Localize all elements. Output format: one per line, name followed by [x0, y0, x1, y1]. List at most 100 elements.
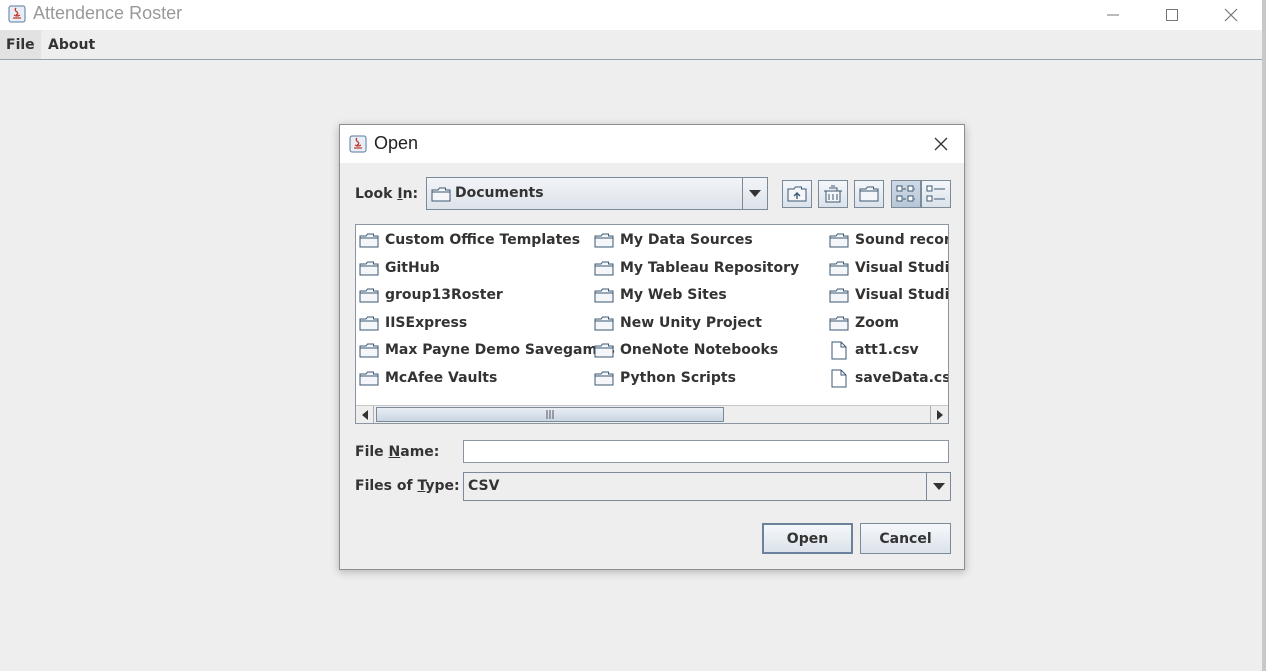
horizontal-scrollbar[interactable]	[356, 405, 948, 423]
folder-icon	[359, 287, 379, 303]
file-name-label: Max Payne Demo Savegames	[385, 342, 615, 358]
folder-icon	[594, 370, 614, 386]
file-name-label: My Web Sites	[620, 287, 727, 303]
list-item[interactable]: New Unity Project	[594, 312, 762, 334]
folder-icon	[829, 260, 849, 276]
file-name-label: McAfee Vaults	[385, 370, 498, 386]
dialog-title: Open	[374, 133, 419, 153]
list-view-button[interactable]	[891, 180, 921, 208]
file-name-label: Visual Studio	[855, 287, 949, 303]
file-type-dropdown-arrow[interactable]	[926, 473, 950, 500]
up-one-level-icon	[787, 186, 807, 202]
folder-icon	[359, 342, 379, 358]
list-item[interactable]: group13Roster	[359, 284, 503, 306]
file-name-label: GitHub	[385, 260, 440, 276]
dialog-close-button[interactable]	[930, 133, 952, 155]
details-view-icon	[926, 185, 945, 202]
list-item[interactable]: IISExpress	[359, 312, 467, 334]
menu-bar: File About	[0, 30, 1262, 60]
close-icon	[934, 137, 948, 151]
arrow-left-icon	[361, 409, 368, 420]
folder-icon	[359, 260, 379, 276]
folder-icon	[359, 370, 379, 386]
list-item[interactable]: My Tableau Repository	[594, 257, 799, 279]
scroll-left-button[interactable]	[356, 406, 374, 423]
folder-icon	[594, 260, 614, 276]
up-one-level-button[interactable]	[782, 180, 812, 208]
folder-icon	[359, 315, 379, 331]
file-type-value: CSV	[468, 478, 500, 494]
list-item[interactable]: GitHub	[359, 257, 440, 279]
file-name-label: Sound recordings	[855, 232, 949, 248]
file-name-label: IISExpress	[385, 315, 468, 331]
file-name-label: Zoom	[855, 315, 899, 331]
list-item[interactable]: att1.csv	[829, 339, 919, 361]
new-folder-icon	[859, 186, 879, 202]
window-titlebar: Attendence Roster	[0, 0, 1262, 30]
folder-icon	[829, 232, 849, 248]
java-app-icon	[349, 135, 367, 153]
maximize-icon	[1166, 9, 1178, 21]
file-name-label: att1.csv	[855, 342, 919, 358]
list-item[interactable]: saveData.csv	[829, 367, 948, 389]
minimize-button[interactable]	[1084, 0, 1142, 30]
dialog-titlebar: Open	[340, 125, 964, 163]
open-button[interactable]: Open	[762, 523, 853, 554]
list-view-icon	[896, 185, 915, 202]
file-name-label: group13Roster	[385, 287, 503, 303]
window-title: Attendence Roster	[33, 3, 183, 23]
file-list[interactable]: Custom Office Templates GitHub group13Ro…	[355, 224, 949, 424]
file-name-label: OneNote Notebooks	[620, 342, 779, 358]
scroll-thumb[interactable]	[376, 407, 724, 422]
minimize-icon	[1107, 14, 1119, 16]
arrow-right-icon	[936, 409, 943, 420]
folder-icon	[594, 315, 614, 331]
file-icon	[829, 341, 849, 359]
grip-icon	[546, 410, 554, 419]
folder-icon	[359, 232, 379, 248]
cancel-button[interactable]: Cancel	[860, 523, 951, 554]
list-item[interactable]: OneNote Notebooks	[594, 339, 778, 361]
file-name-label: saveData.csv	[855, 370, 948, 386]
list-item[interactable]: My Data Sources	[594, 229, 753, 251]
folder-icon	[594, 342, 614, 358]
folder-icon	[829, 287, 849, 303]
look-in-combobox[interactable]: Documents	[426, 177, 768, 210]
list-item[interactable]: Visual Studio	[829, 257, 949, 279]
window-edge	[1262, 0, 1266, 671]
file-name-label: My Tableau Repository	[620, 260, 800, 276]
close-window-button[interactable]	[1202, 0, 1260, 30]
chevron-down-icon	[932, 482, 945, 490]
folder-icon	[431, 187, 451, 206]
details-view-button[interactable]	[921, 180, 951, 208]
maximize-button[interactable]	[1143, 0, 1201, 30]
list-item[interactable]: McAfee Vaults	[359, 367, 497, 389]
file-name-label: File Name:	[355, 444, 440, 460]
menu-about[interactable]: About	[42, 30, 101, 59]
file-type-combobox[interactable]: CSV	[463, 472, 951, 501]
list-item[interactable]: Custom Office Templates	[359, 229, 580, 251]
list-item[interactable]: Sound recordings	[829, 229, 949, 251]
look-in-dropdown-arrow[interactable]	[742, 178, 767, 209]
home-icon	[824, 185, 842, 203]
look-in-label: Look In:	[355, 186, 419, 202]
home-button[interactable]	[818, 180, 848, 208]
file-type-label: Files of Type:	[355, 478, 460, 494]
file-name-label: Visual Studio	[855, 260, 949, 276]
list-item[interactable]: Visual Studio	[829, 284, 949, 306]
folder-icon	[829, 315, 849, 331]
menu-file[interactable]: File	[0, 30, 41, 59]
file-name-label: New Unity Project	[620, 315, 762, 331]
folder-icon	[594, 232, 614, 248]
folder-icon	[594, 287, 614, 303]
new-folder-button[interactable]	[854, 180, 884, 208]
list-item[interactable]: Zoom	[829, 312, 899, 334]
file-name-label: My Data Sources	[620, 232, 753, 248]
scroll-right-button[interactable]	[930, 406, 948, 423]
file-name-input[interactable]	[463, 440, 949, 463]
java-app-icon	[8, 5, 26, 23]
file-icon	[829, 369, 849, 387]
list-item[interactable]: Python Scripts	[594, 367, 736, 389]
list-item[interactable]: My Web Sites	[594, 284, 727, 306]
list-item[interactable]: Max Payne Demo Savegames	[359, 339, 615, 361]
